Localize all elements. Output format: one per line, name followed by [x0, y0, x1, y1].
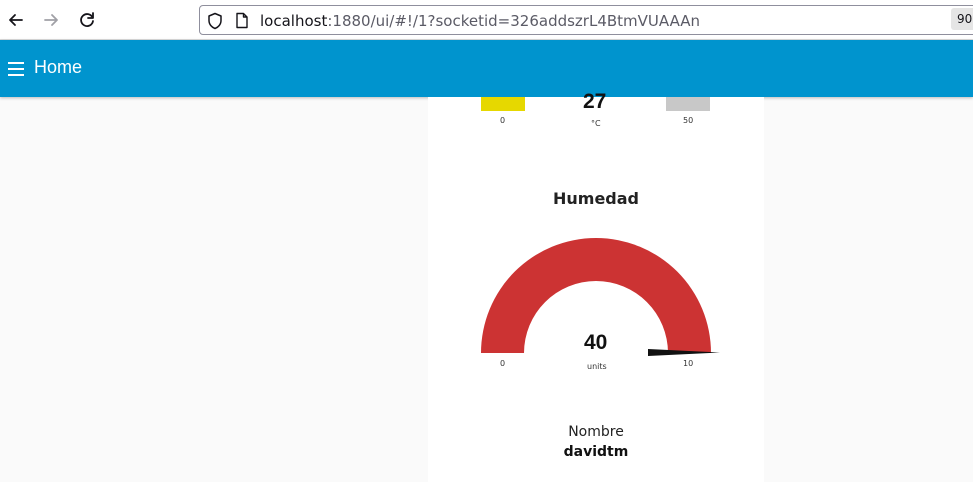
zoom-level-badge[interactable]: 90 [951, 8, 973, 30]
temperature-gauge-low-segment [481, 97, 525, 111]
name-value: davidtm [563, 444, 629, 460]
back-icon[interactable] [5, 9, 27, 31]
humidity-units: units [587, 362, 607, 371]
url-text: localhost:1880/ui/#!/1?socketid=326addsz… [260, 12, 700, 30]
url-host: localhost [260, 12, 328, 30]
browser-toolbar: localhost:1880/ui/#!/1?socketid=326addsz… [0, 0, 973, 40]
hamburger-menu-icon[interactable] [8, 62, 24, 76]
page-icon[interactable] [235, 12, 249, 29]
humidity-min-label: 0 [500, 359, 506, 368]
page-title: Home [34, 57, 83, 77]
reload-icon[interactable] [76, 9, 98, 31]
url-bar[interactable]: localhost:1880/ui/#!/1?socketid=326addsz… [199, 5, 973, 35]
humidity-gauge-title: Humedad [552, 189, 639, 208]
app-toolbar: Home [0, 40, 973, 97]
temperature-units: °C [591, 119, 601, 128]
forward-icon[interactable] [40, 9, 62, 31]
dashboard-card: 27 0 °C 50 Humedad 40 0 units 10 Nombre … [428, 90, 764, 482]
temperature-value: 27 [583, 90, 607, 113]
url-path: :1880/ui/#!/1?socketid=326addszrL4BtmVUA… [327, 12, 701, 30]
humidity-value: 40 [584, 331, 608, 354]
temperature-gauge-track-segment [666, 97, 710, 111]
temperature-min-label: 0 [500, 116, 506, 125]
name-label: Nombre [568, 424, 624, 440]
temperature-max-label: 50 [683, 116, 694, 125]
humidity-max-label: 10 [683, 359, 694, 368]
shield-icon[interactable] [207, 12, 223, 30]
